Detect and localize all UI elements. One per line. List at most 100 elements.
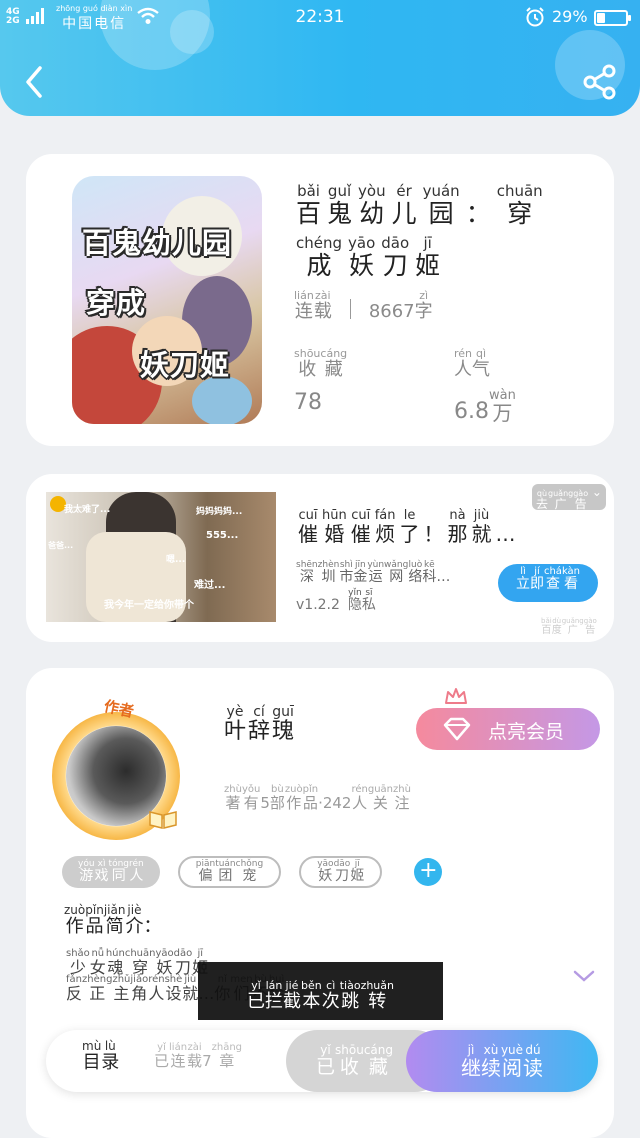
ad-caption: 我太难了... bbox=[64, 505, 111, 515]
ad-view-button[interactable]: lì 立 jí 即 chá 查 kàn 看 bbox=[498, 564, 598, 602]
ruby-char: kē 科 bbox=[422, 560, 437, 585]
ruby-char: cuī 催 bbox=[350, 508, 371, 546]
ad-version-row: v1.2.2 yǐn 隐 sī 私 bbox=[296, 588, 376, 613]
ruby-char: yǐn 隐 bbox=[347, 588, 362, 613]
ruby-char: zhuǎn 转 bbox=[360, 979, 394, 1013]
ruby-char: guǐ 鬼 bbox=[327, 182, 353, 228]
collect-value: 78 bbox=[294, 390, 322, 415]
ruby-char: yòu 幼 bbox=[358, 182, 386, 228]
ruby-char: cáng 藏 bbox=[363, 1043, 394, 1079]
toc-button[interactable]: mù 目 lù 录 bbox=[82, 1040, 119, 1073]
ruby-char: pǐn 品 bbox=[302, 784, 319, 812]
popularity-unit: wàn 万 bbox=[489, 389, 516, 424]
ruby-char: jí 即 bbox=[529, 566, 544, 592]
ad-tag-label: qù 去 guǎng 广 gào 告 bbox=[536, 489, 588, 511]
ruby-char: hún 魂 bbox=[105, 948, 125, 977]
ruby-char: tuán 团 bbox=[215, 858, 236, 884]
ruby-char: dāo 刀 bbox=[333, 858, 351, 884]
ruby-char: yè 叶 bbox=[224, 704, 247, 744]
ruby-char: yǐ 已 bbox=[246, 979, 265, 1013]
collect-label: shōu 收 cáng 藏 bbox=[294, 348, 347, 380]
ad-caption: 555... bbox=[206, 530, 239, 541]
ruby-char: piān 偏 bbox=[195, 858, 216, 884]
ruby-char: ： bbox=[143, 916, 162, 937]
ruby-char: yǒu 有 bbox=[241, 784, 261, 812]
ruby-char: zì 字 bbox=[414, 289, 433, 322]
ruby-char: lì 立 bbox=[515, 566, 530, 592]
ruby-char: lián 连 bbox=[169, 1042, 188, 1070]
ruby-char: dù 度 bbox=[551, 617, 562, 637]
ruby-char: jiǎo 角 bbox=[130, 974, 149, 1003]
popularity-count: 6.8 wàn 万 bbox=[454, 389, 516, 424]
ruby-char: rén 人 bbox=[454, 347, 473, 380]
ruby-char: guān 关 bbox=[367, 784, 394, 812]
ad-company: shēn 深 zhèn 圳 shì 市 jīn 金 yùn 运 wǎng 网 luò 络 kē 科 … bbox=[296, 560, 450, 585]
tag-item[interactable]: piān 偏 tuán 团 chǒng 宠 bbox=[177, 856, 282, 888]
crown-icon bbox=[445, 688, 467, 704]
ruby-char: cuī 催 bbox=[298, 508, 318, 546]
chevron-down-icon: ⌄ bbox=[591, 485, 602, 499]
ruby-char: rén 人 bbox=[129, 858, 144, 884]
book-cover[interactable]: 百鬼幼儿园 穿成 妖刀姬 bbox=[72, 176, 262, 424]
close-ad-tag[interactable]: qù 去 guǎng 广 gào 告 ⌄ bbox=[532, 484, 606, 511]
ruby-char: 7 bbox=[202, 1052, 212, 1070]
ruby-char: zhù 注 bbox=[393, 784, 411, 812]
book-title: bǎi 百 guǐ 鬼 yòu 幼 ér 儿 yuán 园 ： chuān 穿 chéng 成 yāo 妖 d… bbox=[296, 182, 586, 285]
ruby-char: chá 查 bbox=[543, 566, 562, 592]
ruby-char: shǎo 少 bbox=[66, 948, 90, 977]
ruby-char: jì 继 bbox=[460, 1042, 481, 1080]
ruby-char: gào 告 bbox=[573, 489, 589, 511]
ruby-char: yuè 阅 bbox=[500, 1042, 524, 1080]
tag-item[interactable]: yāo 妖 dāo 刀 jī 姬 bbox=[299, 856, 383, 888]
ruby-char: yāo 妖 bbox=[317, 858, 334, 884]
ad-image[interactable]: 我太难了... 妈妈妈妈... 555... 爸爸... 嗯... 难过... … bbox=[46, 492, 276, 622]
ruby-char: rén 人 bbox=[351, 784, 368, 812]
add-tag-icon[interactable]: + bbox=[414, 858, 443, 886]
ruby-char: nà 那 bbox=[447, 508, 468, 546]
ruby-char: lù 录 bbox=[101, 1039, 120, 1073]
word-unit: zì 字 bbox=[415, 290, 433, 322]
ruby-char: lán 拦 bbox=[264, 979, 283, 1013]
ruby-char: tiào 跳 bbox=[339, 979, 361, 1013]
back-arrow-icon[interactable] bbox=[20, 62, 50, 102]
ruby-char: běn 本 bbox=[300, 979, 322, 1013]
ruby-char: chǒng 宠 bbox=[235, 858, 264, 884]
ruby-char: sī 私 bbox=[361, 588, 376, 613]
vip-button[interactable]: 点亮会员 bbox=[416, 708, 600, 750]
ruby-char: guǎng 广 bbox=[561, 617, 584, 637]
expand-chevron-icon[interactable] bbox=[572, 968, 596, 984]
ad-caption: 我今年一定给你带个 bbox=[104, 600, 194, 611]
ruby-char: shōu 收 bbox=[294, 347, 321, 380]
chapter-count: yǐ 已 lián 连 zài 载 7 zhāng 章 bbox=[154, 1042, 242, 1070]
author-stats: zhù 著 yǒu 有 5 bù 部 zuò 作 pǐn 品 ·242 rén 人 guān 关 zhù 注 bbox=[224, 784, 411, 812]
ruby-char: rén 人 bbox=[148, 974, 165, 1003]
continue-reading-button[interactable]: jì 继 xù 续 yuè 阅 dú 读 bbox=[406, 1030, 598, 1092]
ad-card[interactable]: 我太难了... 妈妈妈妈... 555... 爸爸... 嗯... 难过... … bbox=[26, 474, 614, 642]
ruby-char: cáng 藏 bbox=[320, 347, 348, 380]
ruby-char: cí 辞 bbox=[248, 704, 271, 744]
ruby-char: ·242 bbox=[318, 794, 352, 812]
popularity-label: rén 人 qì 气 bbox=[454, 348, 490, 380]
ruby-char: yǐ 已 bbox=[316, 1043, 336, 1079]
ruby-char: … bbox=[436, 569, 451, 585]
ruby-char: mù 目 bbox=[82, 1039, 102, 1073]
ruby-char: jié 截 bbox=[282, 979, 301, 1013]
ad-caption: 爸爸... bbox=[48, 541, 74, 550]
ruby-char: zuò 作 bbox=[64, 903, 86, 937]
book-icon bbox=[149, 811, 177, 829]
ruby-char: bǎi 百 bbox=[541, 617, 552, 637]
ruby-char: chuān 穿 bbox=[496, 182, 543, 228]
collect-count: 78 bbox=[294, 390, 322, 415]
share-icon[interactable] bbox=[580, 62, 620, 102]
popularity-value: 6.8 bbox=[454, 399, 489, 424]
battery-fill bbox=[597, 13, 606, 23]
toast-message: yǐ 已 lán 拦 jié 截 běn 本 cì 次 tiào 跳 zhuǎn 转 bbox=[198, 962, 443, 1020]
ruby-char: lián 连 bbox=[294, 289, 314, 322]
ruby-char: yuán 园 bbox=[422, 182, 460, 228]
ad-privacy-link[interactable]: yǐn 隐 sī 私 bbox=[348, 588, 376, 613]
ruby-char: hūn 婚 bbox=[322, 508, 347, 546]
divider bbox=[349, 298, 351, 319]
ruby-char: ér 儿 bbox=[391, 182, 417, 228]
tag-item[interactable]: yóu 游 xì 戏 tóng 同 rén 人 bbox=[62, 856, 160, 888]
ruby-char: dāo 刀 bbox=[173, 948, 193, 977]
